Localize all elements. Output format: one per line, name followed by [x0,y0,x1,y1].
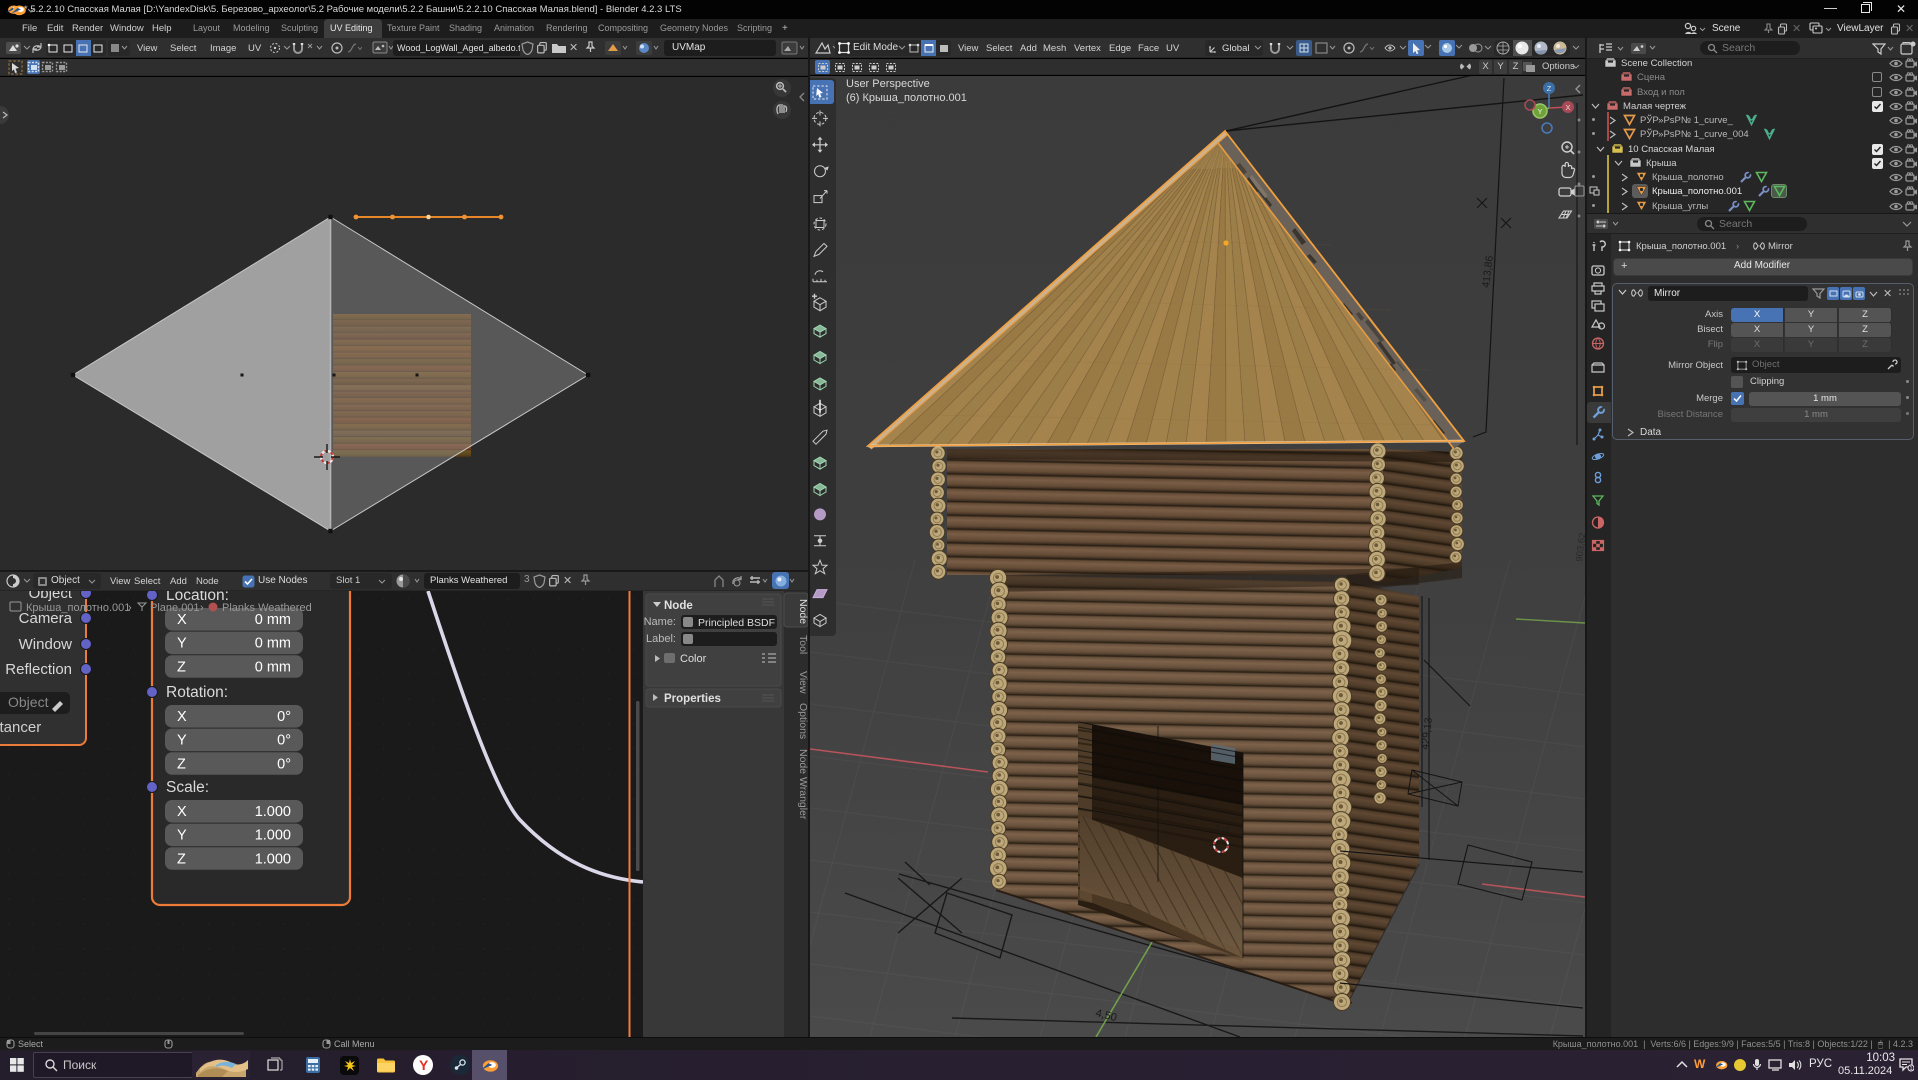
svg-text:Principled BSDF: Principled BSDF [698,617,775,629]
svg-text:0°: 0° [277,756,291,772]
svg-text:Z: Z [177,659,186,675]
svg-text:Z: Z [177,851,186,867]
svg-text:Tool: Tool [797,635,808,654]
svg-text:1.000: 1.000 [255,828,291,844]
svg-text:Color: Color [680,653,707,665]
svg-text:0 mm: 0 mm [255,659,291,675]
svg-text:Options: Options [797,703,808,739]
svg-text:›: › [128,602,132,614]
svg-text:Properties: Properties [664,693,721,705]
svg-text:X: X [177,612,187,628]
svg-text:0°: 0° [277,733,291,749]
svg-text:Rotation:: Rotation: [166,684,228,701]
svg-text:Object: Object [8,694,49,710]
svg-text:Z: Z [177,756,186,772]
svg-text:Label:: Label: [646,633,676,645]
svg-text:0 mm: 0 mm [255,612,291,628]
svg-text:Z: Z [1547,84,1552,93]
svg-text:Node: Node [664,600,693,612]
svg-text:Reflection: Reflection [5,661,72,678]
svg-text:Object: Object [29,591,73,602]
svg-text:0 mm: 0 mm [255,636,291,652]
svg-text:Node Wrangler: Node Wrangler [797,749,808,820]
svg-text:Planks Weathered: Planks Weathered [222,602,312,614]
svg-text:Scale:: Scale: [166,779,209,796]
svg-text:›: › [200,602,204,614]
svg-text:Window: Window [19,636,73,653]
svg-text:X: X [1565,103,1570,112]
svg-text:1: 1 [1909,1066,1912,1072]
svg-text:View: View [797,671,808,694]
svg-text:Y: Y [1537,107,1542,116]
svg-text:1.000: 1.000 [255,851,291,867]
svg-text:(6) Крыша_полотно.001: (6) Крыша_полотно.001 [846,92,967,104]
svg-text:User Perspective: User Perspective [846,78,930,90]
svg-text:Node: Node [797,599,808,624]
svg-text:Plane.001: Plane.001 [150,602,200,614]
svg-text:X: X [177,709,187,725]
svg-text:Y: Y [177,636,187,652]
svg-text:stancer: stancer [0,719,41,736]
svg-text:X: X [177,804,187,820]
svg-text:Y: Y [177,733,187,749]
svg-text:Name:: Name: [644,616,676,628]
svg-text:1.000: 1.000 [255,804,291,820]
svg-text:Y: Y [177,828,187,844]
svg-text:Крыша_полотно.001: Крыша_полотно.001 [26,602,130,614]
svg-text:0°: 0° [277,709,291,725]
